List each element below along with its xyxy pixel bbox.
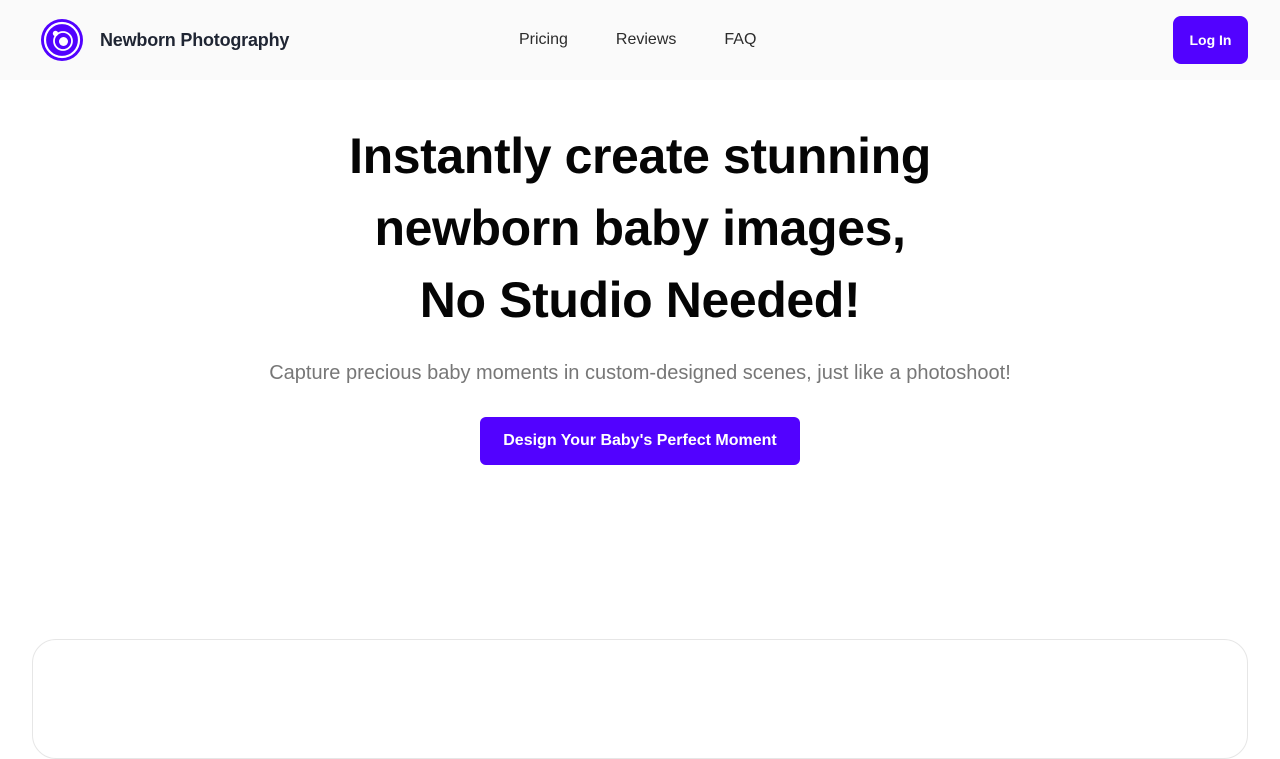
hero-title-line-2: newborn baby images,: [374, 200, 906, 256]
nav-link-reviews[interactable]: Reviews: [616, 31, 676, 49]
hero-title: Instantly create stunning newborn baby i…: [0, 120, 1280, 336]
nav-link-faq[interactable]: FAQ: [724, 31, 756, 49]
login-button[interactable]: Log In: [1173, 16, 1248, 64]
hero-title-line-1: Instantly create stunning: [349, 128, 931, 184]
brand-home-link[interactable]: Newborn Photography: [40, 18, 289, 62]
hero-subtitle: Capture precious baby moments in custom-…: [269, 362, 1011, 384]
design-moment-cta-button[interactable]: Design Your Baby's Perfect Moment: [480, 417, 800, 465]
main-navigation: Pricing Reviews FAQ: [519, 28, 756, 52]
hero-section: Instantly create stunning newborn baby i…: [0, 120, 1280, 465]
hero-title-line-3: No Studio Needed!: [419, 272, 861, 328]
top-navigation-bar: Newborn Photography Pricing Reviews FAQ …: [0, 0, 1280, 80]
nav-link-pricing[interactable]: Pricing: [519, 31, 568, 49]
brand-name: Newborn Photography: [100, 29, 290, 50]
camera-lens-logo-icon: [41, 19, 83, 61]
preview-panel: [32, 639, 1248, 759]
